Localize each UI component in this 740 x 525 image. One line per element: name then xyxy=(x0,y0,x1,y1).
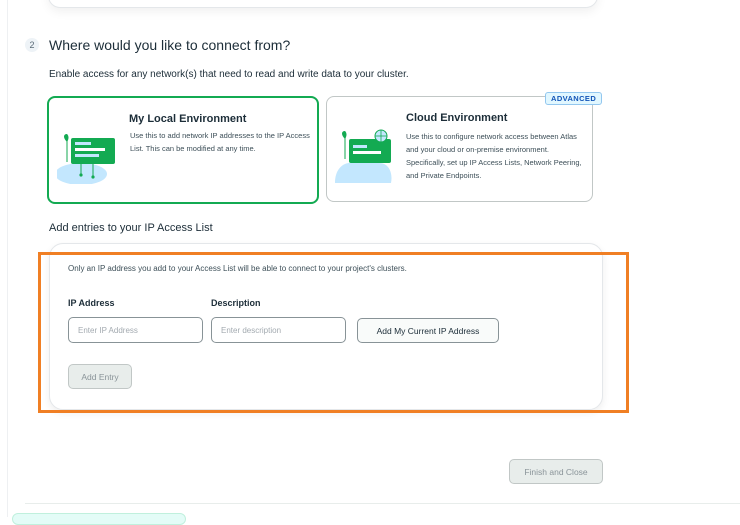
previous-step-card xyxy=(48,0,598,8)
left-divider xyxy=(7,0,8,517)
step-description: Enable access for any network(s) that ne… xyxy=(49,69,409,80)
local-environment-description: Use this to add network IP addresses to … xyxy=(130,131,310,153)
footer-divider xyxy=(25,503,740,504)
local-network-illustration-icon xyxy=(57,134,115,184)
ip-address-label: IP Address xyxy=(68,298,115,308)
step-number-badge: 2 xyxy=(25,38,39,52)
description-label: Description xyxy=(211,298,261,308)
advanced-badge: ADVANCED xyxy=(545,92,603,105)
finish-and-close-button[interactable]: Finish and Close xyxy=(509,459,603,484)
cloud-environment-card[interactable]: Cloud Environment Use this to configure … xyxy=(326,96,593,202)
description-input[interactable] xyxy=(211,317,346,343)
cloud-environment-title: Cloud Environment xyxy=(406,112,508,124)
add-current-ip-button[interactable]: Add My Current IP Address xyxy=(357,318,499,343)
local-environment-card[interactable]: My Local Environment Use this to add net… xyxy=(47,96,319,204)
ip-address-input[interactable] xyxy=(68,317,203,343)
step-title: Where would you like to connect from? xyxy=(49,37,291,53)
add-entry-button[interactable]: Add Entry xyxy=(68,364,132,389)
cloud-environment-description: Use this to configure network access bet… xyxy=(406,132,582,180)
local-environment-title: My Local Environment xyxy=(129,113,247,125)
bottom-toast-edge xyxy=(12,513,186,525)
access-list-note: Only an IP address you add to your Acces… xyxy=(68,264,407,273)
access-list-section-title: Add entries to your IP Access List xyxy=(49,222,213,234)
cloud-network-illustration-icon xyxy=(335,129,392,183)
